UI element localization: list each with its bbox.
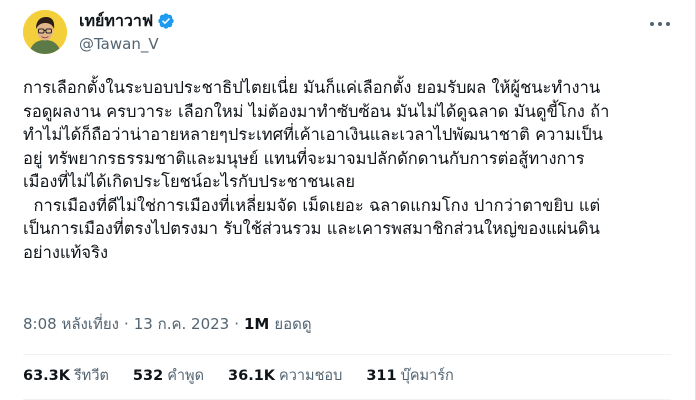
tweet-text-line: อยู่ ทรัพยากรธรรมชาติและมนุษย์ แทนที่จะม… xyxy=(23,148,585,168)
tweet-card: เทย์ทาวาฟ @Tawan_V การเลือกตั้งในระบอบปร… xyxy=(0,0,696,400)
tweet-text-line: อย่างแท้จริง xyxy=(23,242,108,262)
engagement-stats: 63.3K รีทวีต 532 คำพูด 36.1K ความชอบ 311… xyxy=(23,366,478,386)
bookmarks-label: บุ๊คมาร์ก xyxy=(400,368,454,384)
tweet-text-line: การเลือกตั้งในระบอบประชาธิปไตยเนี่ย มันก… xyxy=(23,78,601,97)
tweet-text-line: รอดูผลงาน ครบวาระ เลือกใหม่ ไม่ต้องมาทำซ… xyxy=(23,101,610,121)
tweet-meta: 8:08 หลังเที่ยง · 13 ก.ค. 2023 · 1M ยอดด… xyxy=(23,314,312,334)
author-handle[interactable]: @Tawan_V xyxy=(79,35,159,53)
quotes-label: คำพูด xyxy=(167,368,205,384)
retweets-count: 63.3K xyxy=(23,368,71,384)
retweets-label: รีทวีต xyxy=(74,368,109,384)
meta-separator: · xyxy=(123,315,129,333)
quotes-count: 532 xyxy=(132,368,164,384)
author-display-name[interactable]: เทย์ทาวาฟ xyxy=(79,11,153,31)
tweet-text: การเลือกตั้งในระบอบประชาธิปไตยเนี่ย มันก… xyxy=(23,76,691,264)
more-horizontal-icon[interactable] xyxy=(648,14,672,34)
bookmarks-count: 311 xyxy=(366,368,397,384)
tweet-text-line: เมืองที่ไม่ได้เกิดประโยชน์อะไรกับประชาชน… xyxy=(23,172,356,191)
divider xyxy=(23,354,671,355)
bookmarks-stat[interactable]: 311 บุ๊คมาร์ก xyxy=(366,366,453,386)
tweet-text-line: ทำไม่ได้ก็ถือว่าน่าอายหลายๆประเทศที่เค้า… xyxy=(23,125,603,144)
avatar-photo xyxy=(23,10,67,54)
retweets-stat[interactable]: 63.3K รีทวีต xyxy=(23,366,109,386)
tweet-text-line: การเมืองที่ดีไม่ใช่การเมืองที่เหลี่ยมจัด… xyxy=(23,195,601,215)
tweet-time[interactable]: 8:08 หลังเที่ยง xyxy=(23,314,119,334)
likes-count: 36.1K xyxy=(228,368,276,384)
meta-separator: · xyxy=(234,315,239,333)
avatar[interactable] xyxy=(23,10,67,54)
tweet-date[interactable]: 13 ก.ค. 2023 xyxy=(134,314,229,334)
author-name-row: เทย์ทาวาฟ xyxy=(79,11,175,31)
likes-label: ความชอบ xyxy=(279,368,343,384)
verified-badge-icon[interactable] xyxy=(157,12,175,30)
views-label: ยอดดู xyxy=(274,315,312,333)
tweet-text-line: เป็นการเมืองที่ตรงไปตรงมา รับใช้ส่วนรวม … xyxy=(23,219,600,238)
quotes-stat[interactable]: 532 คำพูด xyxy=(133,366,204,386)
likes-stat[interactable]: 36.1K ความชอบ xyxy=(228,366,342,386)
views-count: 1M xyxy=(244,315,270,333)
